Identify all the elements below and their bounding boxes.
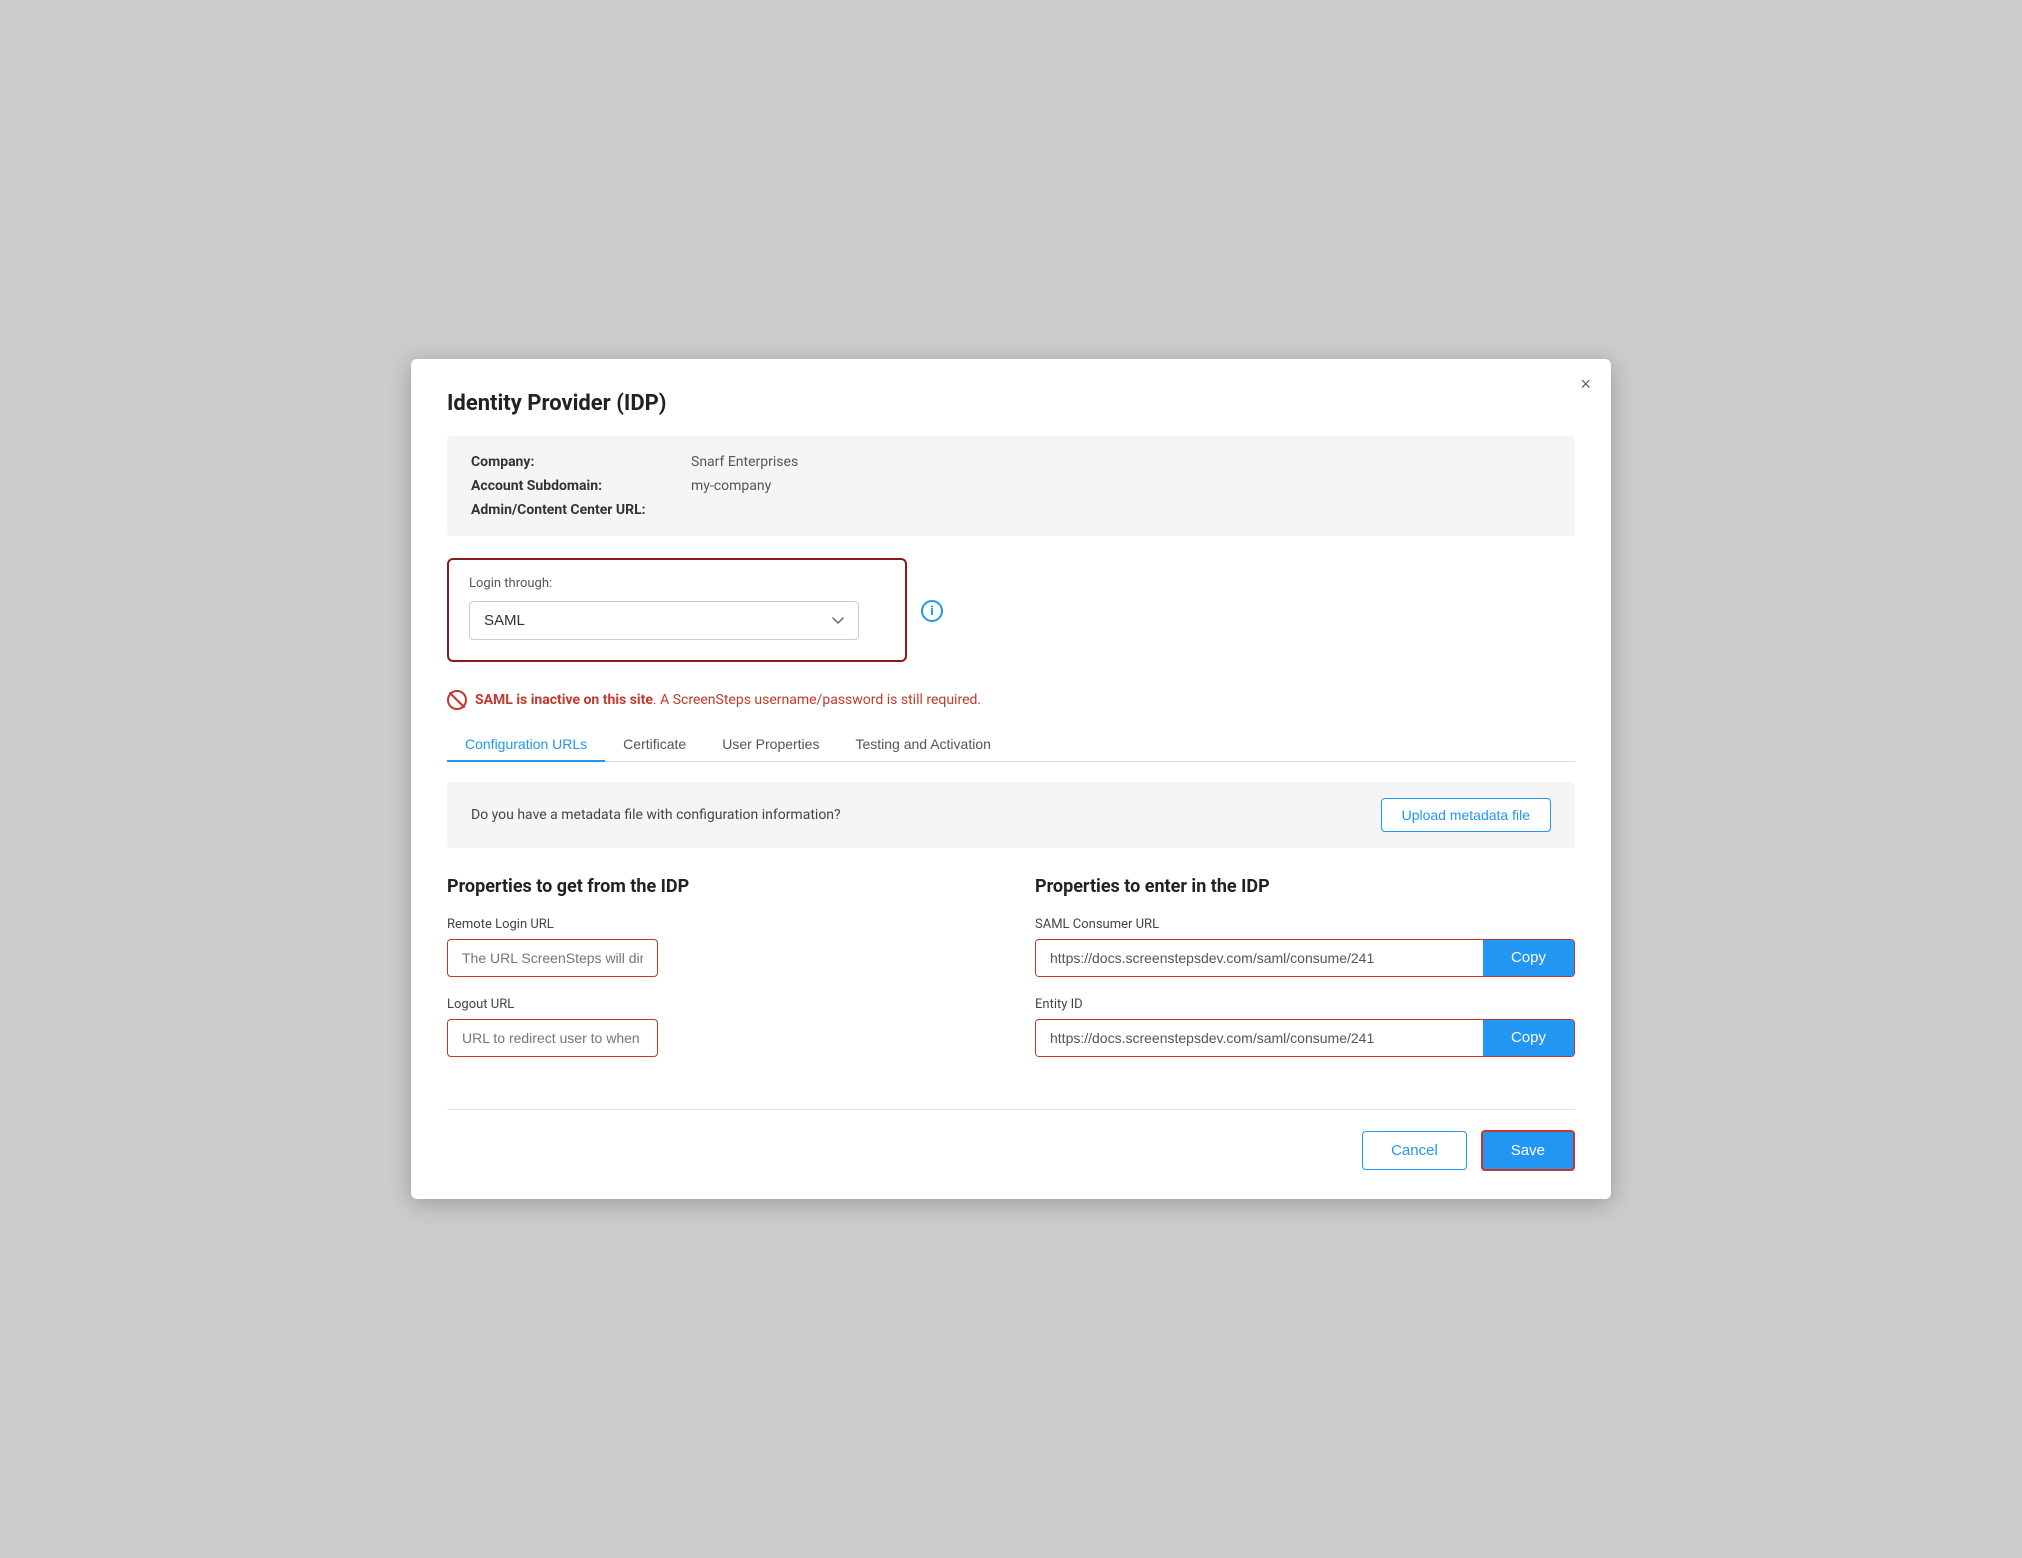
- tabs-bar: Configuration URLs Certificate User Prop…: [447, 728, 1575, 762]
- entity-id-label: Entity ID: [1035, 997, 1575, 1012]
- login-through-select[interactable]: SAML ScreenSteps Other: [469, 601, 859, 640]
- entity-id-input[interactable]: [1036, 1020, 1483, 1056]
- save-button[interactable]: Save: [1481, 1130, 1575, 1171]
- cancel-button[interactable]: Cancel: [1362, 1131, 1467, 1170]
- warning-circle-icon: [447, 690, 467, 710]
- logout-url-input[interactable]: [447, 1019, 658, 1057]
- right-column: Properties to enter in the IDP SAML Cons…: [1035, 876, 1575, 1077]
- modal-footer: Cancel Save: [447, 1130, 1575, 1171]
- subdomain-label: Account Subdomain:: [471, 478, 691, 494]
- logout-url-label: Logout URL: [447, 997, 987, 1012]
- close-button[interactable]: ×: [1580, 375, 1591, 393]
- logout-url-group: Logout URL: [447, 997, 987, 1057]
- saml-consumer-url-group: SAML Consumer URL Copy: [1035, 917, 1575, 977]
- subdomain-value: my-company: [691, 478, 771, 494]
- admin-url-row: Admin/Content Center URL:: [471, 502, 1551, 518]
- subdomain-row: Account Subdomain: my-company: [471, 478, 1551, 494]
- remote-login-url-input[interactable]: [447, 939, 658, 977]
- company-label: Company:: [471, 454, 691, 470]
- remote-login-url-group: Remote Login URL: [447, 917, 987, 977]
- tab-testing-activation[interactable]: Testing and Activation: [837, 728, 1008, 762]
- upload-metadata-button[interactable]: Upload metadata file: [1381, 798, 1551, 832]
- login-through-section: Login through: SAML ScreenSteps Other: [447, 558, 907, 662]
- tab-configuration-urls[interactable]: Configuration URLs: [447, 728, 605, 762]
- entity-id-field-row: Copy: [1035, 1019, 1575, 1057]
- tab-user-properties[interactable]: User Properties: [704, 728, 837, 762]
- left-column: Properties to get from the IDP Remote Lo…: [447, 876, 987, 1077]
- properties-grid: Properties to get from the IDP Remote Lo…: [447, 876, 1575, 1077]
- footer-divider: [447, 1109, 1575, 1110]
- remote-login-url-label: Remote Login URL: [447, 917, 987, 932]
- login-through-label: Login through:: [469, 576, 885, 591]
- modal-title: Identity Provider (IDP): [447, 391, 1575, 416]
- saml-consumer-url-input[interactable]: [1036, 940, 1483, 976]
- warning-normal: . A ScreenSteps username/password is sti…: [653, 692, 981, 708]
- modal-container: × Identity Provider (IDP) Company: Snarf…: [411, 359, 1611, 1199]
- saml-consumer-copy-button[interactable]: Copy: [1483, 940, 1574, 976]
- saml-warning: SAML is inactive on this site. A ScreenS…: [447, 690, 1575, 710]
- warning-text: SAML is inactive on this site. A ScreenS…: [475, 692, 981, 708]
- saml-consumer-url-field-row: Copy: [1035, 939, 1575, 977]
- warning-bold: SAML is inactive on this site: [475, 692, 653, 708]
- info-icon[interactable]: i: [921, 600, 943, 622]
- saml-consumer-url-label: SAML Consumer URL: [1035, 917, 1575, 932]
- left-col-title: Properties to get from the IDP: [447, 876, 987, 897]
- metadata-text: Do you have a metadata file with configu…: [471, 807, 841, 823]
- admin-url-label: Admin/Content Center URL:: [471, 502, 691, 518]
- entity-id-group: Entity ID Copy: [1035, 997, 1575, 1057]
- company-value: Snarf Enterprises: [691, 454, 798, 470]
- company-info-section: Company: Snarf Enterprises Account Subdo…: [447, 436, 1575, 536]
- entity-id-copy-button[interactable]: Copy: [1483, 1020, 1574, 1056]
- company-row: Company: Snarf Enterprises: [471, 454, 1551, 470]
- right-col-title: Properties to enter in the IDP: [1035, 876, 1575, 897]
- metadata-bar: Do you have a metadata file with configu…: [447, 782, 1575, 848]
- tab-certificate[interactable]: Certificate: [605, 728, 704, 762]
